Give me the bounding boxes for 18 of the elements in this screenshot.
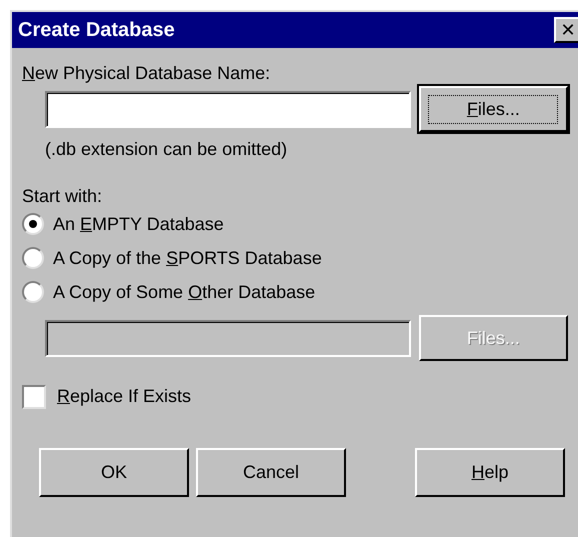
radio-button[interactable]: [22, 281, 44, 303]
files-button[interactable]: Files...: [418, 86, 568, 132]
checkbox[interactable]: [22, 384, 46, 408]
radio-button[interactable]: [22, 213, 44, 235]
dialog-button[interactable]: Help: [415, 448, 565, 497]
close-button[interactable]: ✕: [554, 17, 578, 43]
dialog-button[interactable]: Cancel: [196, 448, 346, 497]
radio-label[interactable]: A Copy of the SPORTS Database: [53, 244, 322, 272]
radio-label[interactable]: A Copy of Some Other Database: [53, 278, 316, 306]
window-title: Create Database: [18, 18, 175, 43]
hint-text: (.db extension can be omitted): [44, 138, 288, 161]
radio-label[interactable]: An EMPTY Database: [53, 210, 224, 238]
field-label: New Physical Database Name:: [22, 62, 272, 84]
dialog-button[interactable]: OK: [39, 448, 189, 497]
text-field[interactable]: [45, 90, 411, 128]
radio-button[interactable]: [22, 247, 44, 269]
group-label: Start with:: [22, 185, 104, 207]
checkbox-label[interactable]: Replace If Exists: [57, 383, 192, 410]
